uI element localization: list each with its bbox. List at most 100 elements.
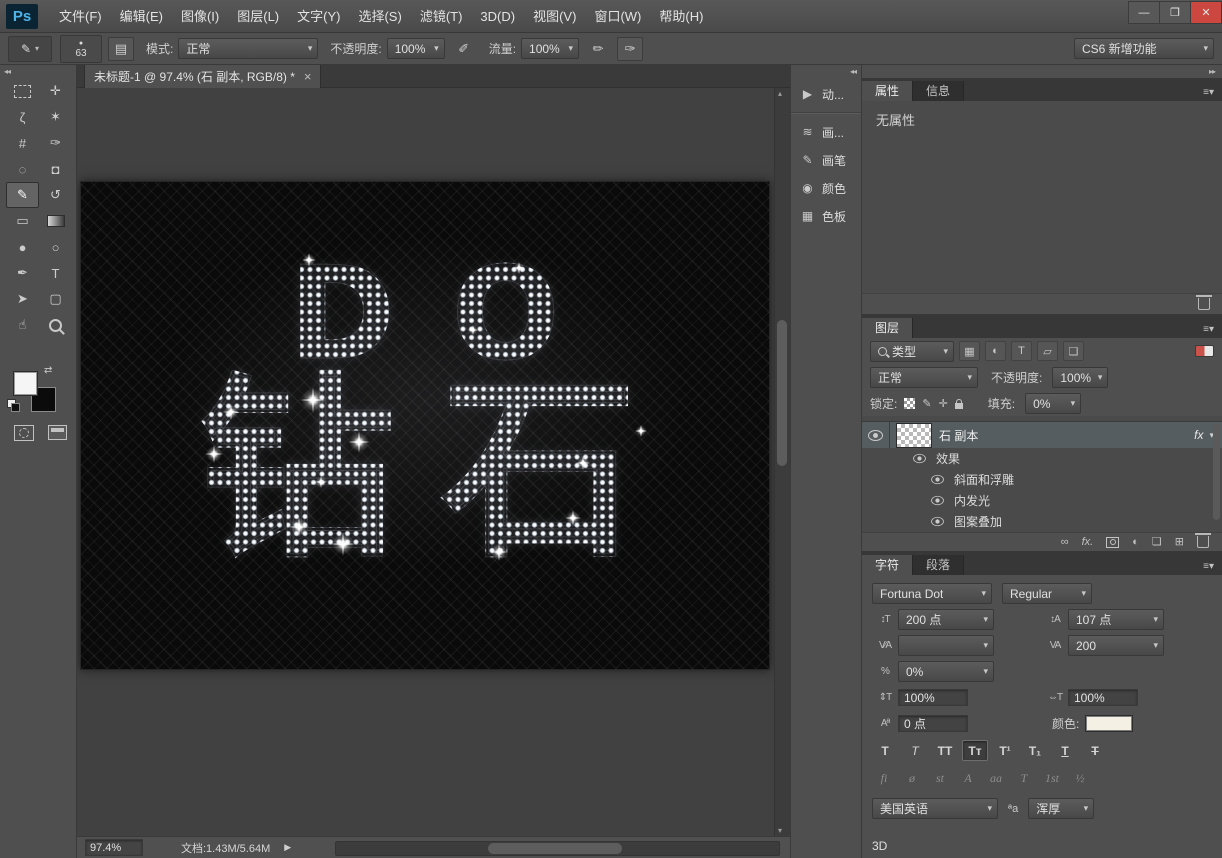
proportional-spacing-dropdown[interactable]: 0% — [898, 661, 994, 682]
visibility-eye-icon[interactable] — [931, 496, 944, 505]
menu-layer[interactable]: 图层(L) — [228, 0, 288, 33]
path-selection-tool[interactable]: ➤ — [6, 286, 39, 312]
menu-window[interactable]: 窗口(W) — [585, 0, 650, 33]
eraser-tool[interactable]: ▭ — [6, 208, 39, 234]
subscript-button[interactable]: T₁ — [1022, 740, 1048, 761]
shape-tool[interactable]: ▢ — [39, 286, 72, 312]
faux-italic-button[interactable]: T — [902, 740, 928, 761]
document-tab[interactable]: 未标题-1 @ 97.4% (石 副本, RGB/8) * × — [84, 65, 321, 88]
visibility-eye-icon[interactable] — [931, 475, 944, 484]
menu-image[interactable]: 图像(I) — [172, 0, 228, 33]
visibility-eye-icon[interactable] — [931, 517, 944, 526]
collapse-panels-icon[interactable]: ▸▸ — [862, 65, 1222, 78]
effects-row[interactable]: 效果 — [862, 448, 1222, 469]
lock-transparency-icon[interactable] — [904, 398, 915, 409]
menu-edit[interactable]: 编辑(E) — [111, 0, 172, 33]
effect-row-bevel[interactable]: 斜面和浮雕 — [862, 469, 1222, 490]
filter-adjustment-layers-icon[interactable]: ◐ — [985, 341, 1006, 361]
all-caps-button[interactable]: TT — [932, 740, 958, 761]
close-button[interactable]: ✕ — [1191, 1, 1222, 24]
airbrush-icon[interactable]: ✏ — [585, 37, 611, 61]
baseline-shift-field[interactable]: 0 点 — [898, 715, 968, 732]
tab-layers[interactable]: 图层 — [862, 318, 913, 338]
titling-alternates-button[interactable]: T — [1012, 770, 1036, 788]
pressure-size-icon[interactable]: ✑ — [617, 37, 643, 61]
font-style-dropdown[interactable]: Regular — [1002, 583, 1092, 604]
new-layer-icon[interactable]: ⊞ — [1175, 537, 1184, 548]
menu-type[interactable]: 文字(Y) — [288, 0, 349, 33]
tracking-dropdown[interactable]: 200 — [1068, 635, 1164, 656]
collapse-tools-icon[interactable]: ◂◂ — [0, 65, 76, 78]
default-colors-icon[interactable] — [7, 399, 20, 412]
strikethrough-button[interactable]: T — [1082, 740, 1108, 761]
brush-preset-picker[interactable]: ● 63 — [60, 35, 102, 63]
dodge-tool[interactable]: ○ — [39, 234, 72, 260]
menu-filter[interactable]: 滤镜(T) — [411, 0, 472, 33]
type-tool[interactable]: T — [39, 260, 72, 286]
gradient-tool[interactable] — [39, 208, 72, 234]
swash-button[interactable]: A — [956, 770, 980, 788]
tab-info[interactable]: 信息 — [913, 81, 964, 101]
minimize-button[interactable]: — — [1128, 1, 1160, 24]
tab-close-icon[interactable]: × — [304, 69, 312, 84]
actions-panel-button[interactable]: ▶ 动... — [791, 80, 861, 108]
lock-all-icon[interactable] — [955, 403, 963, 409]
horizontal-scrollbar[interactable] — [335, 841, 780, 856]
canvas[interactable]: DO 钻石 — [80, 181, 770, 670]
small-caps-button[interactable]: Tт — [962, 740, 988, 761]
faux-bold-button[interactable]: T — [872, 740, 898, 761]
menu-3d[interactable]: 3D(D) — [471, 0, 524, 33]
lock-pixels-icon[interactable]: ✎ — [922, 397, 931, 410]
tab-character[interactable]: 字符 — [862, 555, 913, 575]
zoom-tool[interactable] — [39, 312, 72, 338]
contextual-alternates-button[interactable]: st — [928, 770, 952, 788]
filter-pixel-layers-icon[interactable]: ▦ — [959, 341, 980, 361]
horizontal-scrollbar-thumb[interactable] — [488, 843, 622, 854]
filter-shape-layers-icon[interactable]: ▱ — [1037, 341, 1058, 361]
blend-mode-dropdown[interactable]: 正常 — [178, 38, 318, 59]
tab-properties[interactable]: 属性 — [862, 81, 913, 101]
color-panel-button[interactable]: ◉ 颜色 — [791, 174, 861, 202]
ordinals-button[interactable]: 1st — [1040, 770, 1064, 788]
vertical-scale-field[interactable]: 100% — [898, 689, 968, 706]
new-adjustment-layer-icon[interactable]: ◐ — [1132, 537, 1139, 548]
brush-panel-button[interactable]: ✎ 画笔 — [791, 146, 861, 174]
new-group-icon[interactable]: ❏ — [1152, 537, 1162, 548]
eyedropper-tool[interactable]: ✑ — [39, 130, 72, 156]
toggle-brush-panel-icon[interactable]: ▤ — [108, 37, 134, 61]
layer-name[interactable]: 石 副本 — [939, 427, 978, 444]
opacity-dropdown[interactable]: 100% — [387, 38, 445, 59]
panel-menu-icon[interactable]: ≡▾ — [1195, 558, 1222, 575]
text-color-swatch[interactable] — [1085, 715, 1133, 732]
tab-3d[interactable]: 3D — [872, 839, 887, 853]
trash-icon[interactable] — [1198, 298, 1210, 310]
vertical-scrollbar-thumb[interactable] — [777, 320, 787, 466]
magic-wand-tool[interactable]: ✶ — [39, 104, 72, 130]
layer-filter-dropdown[interactable]: 类型 — [870, 341, 954, 362]
filter-type-layers-icon[interactable]: T — [1011, 341, 1032, 361]
swatches-panel-button[interactable]: ▦ 色板 — [791, 202, 861, 230]
expand-panels-icon[interactable]: ◂◂ — [791, 65, 861, 80]
font-size-dropdown[interactable]: 200 点 — [898, 609, 994, 630]
vertical-scrollbar[interactable] — [774, 88, 790, 836]
lock-position-icon[interactable]: ✛ — [939, 397, 948, 410]
status-menu-icon[interactable]: ▶ — [284, 842, 291, 853]
font-family-dropdown[interactable]: Fortuna Dot — [872, 583, 992, 604]
layer-blend-mode-dropdown[interactable]: 正常 — [870, 367, 978, 388]
restore-button[interactable]: ❐ — [1160, 1, 1191, 24]
language-dropdown[interactable]: 美国英语 — [872, 798, 998, 819]
add-layer-mask-icon[interactable] — [1106, 537, 1119, 548]
layer-row-selected[interactable]: 石 副本 fx ▾ — [862, 422, 1222, 448]
layers-scrollbar-thumb[interactable] — [1213, 424, 1220, 520]
pen-tool[interactable]: ✒ — [6, 260, 39, 286]
link-layers-icon[interactable]: ∞ — [1061, 537, 1069, 548]
brush-tool[interactable]: ✎ — [6, 182, 39, 208]
tool-preset-picker[interactable]: ✎ ▾ — [8, 36, 52, 62]
tab-paragraph[interactable]: 段落 — [913, 555, 964, 575]
add-layer-style-icon[interactable]: fx. — [1082, 537, 1094, 548]
quick-mask-icon[interactable] — [14, 425, 34, 441]
layer-opacity-dropdown[interactable]: 100% — [1052, 367, 1108, 388]
stylistic-alternates-button[interactable]: aa — [984, 770, 1008, 788]
healing-brush-tool[interactable]: ◌ — [6, 156, 39, 182]
swap-colors-icon[interactable]: ⇄ — [44, 365, 52, 376]
